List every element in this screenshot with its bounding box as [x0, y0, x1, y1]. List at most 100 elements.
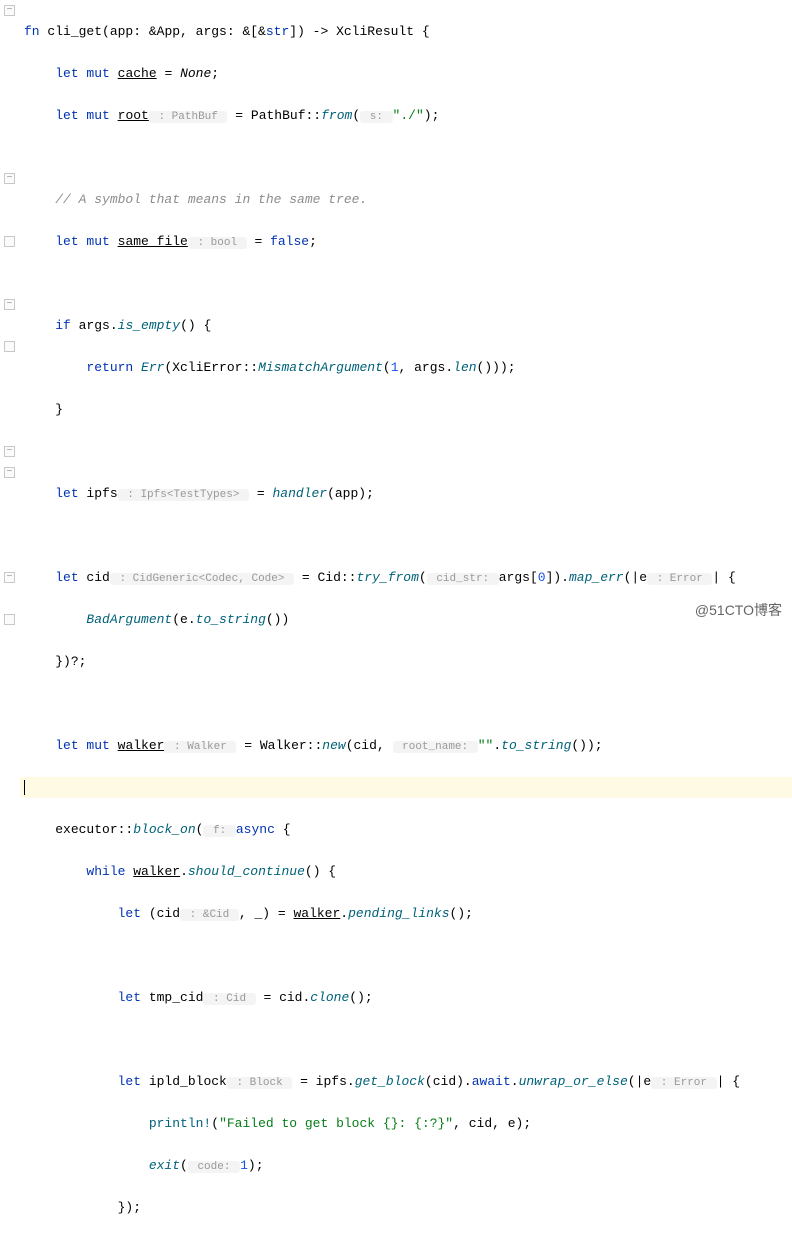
param-hint: root_name:: [393, 741, 478, 753]
txt: .: [180, 864, 188, 879]
op: (: [352, 108, 360, 123]
type-hint: : bool: [188, 237, 247, 249]
var: same_file: [118, 234, 188, 249]
keyword: let: [118, 990, 141, 1005]
param-hint: f:: [203, 825, 235, 837]
var: walker: [118, 738, 165, 753]
fn-call: Err: [141, 360, 164, 375]
keyword: str: [266, 24, 289, 39]
sp: [133, 360, 141, 375]
op: = ipfs.: [292, 1074, 354, 1089]
op: ;: [309, 234, 317, 249]
txt: executor::: [55, 822, 133, 837]
variant: BadArgument: [86, 612, 172, 627]
fn-call: clone: [310, 990, 349, 1005]
fold-icon[interactable]: [4, 236, 15, 247]
macro: println!: [149, 1116, 211, 1131]
watermark: @51CTO博客: [695, 600, 782, 621]
var: cid: [79, 570, 110, 585]
fold-icon[interactable]: −: [4, 5, 15, 16]
fold-icon[interactable]: −: [4, 446, 15, 457]
fn-call: should_continue: [188, 864, 305, 879]
keyword: let: [118, 1074, 141, 1089]
var: walker: [293, 906, 340, 921]
op: | {: [717, 1074, 740, 1089]
fn-call: try_from: [357, 570, 419, 585]
fn-name: cli_get: [47, 24, 102, 39]
txt: (|e: [628, 1074, 651, 1089]
op: ()): [266, 612, 289, 627]
op: );: [248, 1158, 264, 1173]
txt: ipld_block: [141, 1074, 227, 1089]
op: ();: [349, 990, 372, 1005]
fn-call: handler: [272, 486, 327, 501]
txt: , _) =: [239, 906, 294, 921]
keyword: let: [55, 486, 78, 501]
param-hint: s:: [360, 111, 392, 123]
number: 0: [538, 570, 546, 585]
type-hint: : Walker: [164, 741, 236, 753]
string: "": [478, 738, 494, 753]
variant: MismatchArgument: [258, 360, 383, 375]
op: , cid, e);: [453, 1116, 531, 1131]
op: = Walker::: [236, 738, 322, 753]
fold-icon[interactable]: [4, 341, 15, 352]
fold-icon[interactable]: −: [4, 572, 15, 583]
fn-call: map_err: [569, 570, 624, 585]
keyword: let mut: [55, 108, 110, 123]
var: walker: [133, 864, 180, 879]
txt: (cid: [141, 906, 180, 921]
type-hint: : PathBuf: [149, 111, 228, 123]
fold-icon[interactable]: [4, 614, 15, 625]
comment: // A symbol that means in the same tree.: [55, 192, 367, 207]
keyword: return: [86, 360, 133, 375]
cursor-line: [20, 777, 792, 798]
txt: (|e: [624, 570, 647, 585]
txt: ]).: [546, 570, 569, 585]
txt: .: [340, 906, 348, 921]
number: 1: [240, 1158, 248, 1173]
txt: .: [493, 738, 501, 753]
op: = PathBuf::: [227, 108, 321, 123]
param-hint: cid_str:: [427, 573, 499, 585]
op: {: [275, 822, 291, 837]
txt: (cid,: [346, 738, 393, 753]
op: (app);: [327, 486, 374, 501]
fold-icon[interactable]: −: [4, 173, 15, 184]
type-hint: : Cid: [203, 993, 255, 1005]
op: = Cid::: [294, 570, 356, 585]
type-hint: : CidGeneric<Codec, Code>: [110, 573, 294, 585]
param-hint: code:: [188, 1161, 240, 1173]
fn-call: to_string: [196, 612, 266, 627]
fold-icon[interactable]: −: [4, 467, 15, 478]
keyword: await: [472, 1074, 511, 1089]
var: cache: [118, 66, 157, 81]
txt: .: [511, 1074, 519, 1089]
var: ipfs: [79, 486, 118, 501]
brace: })?;: [55, 654, 86, 669]
op: =: [247, 234, 270, 249]
gutter: − − − − − −: [0, 0, 20, 627]
brace: });: [118, 1200, 141, 1215]
op: ());: [571, 738, 602, 753]
code-editor[interactable]: fn cli_get(app: &App, args: &[&str]) -> …: [20, 0, 792, 1239]
params: ]) -> XcliResult {: [289, 24, 429, 39]
fn-call: exit: [149, 1158, 180, 1173]
string: "./": [393, 108, 424, 123]
keyword: while: [86, 864, 125, 879]
keyword: false: [270, 234, 309, 249]
type-hint: : Block: [227, 1077, 292, 1089]
type-hint: : Ipfs<TestTypes>: [118, 489, 249, 501]
op: () {: [305, 864, 336, 879]
txt: (cid).: [425, 1074, 472, 1089]
op: =: [249, 486, 272, 501]
fn-call: to_string: [501, 738, 571, 753]
fn-call: unwrap_or_else: [519, 1074, 628, 1089]
keyword: fn: [24, 24, 40, 39]
number: 1: [391, 360, 399, 375]
op: (XcliError::: [164, 360, 258, 375]
fold-icon[interactable]: −: [4, 299, 15, 310]
keyword: if: [55, 318, 71, 333]
fn-call: get_block: [355, 1074, 425, 1089]
keyword: let: [118, 906, 141, 921]
